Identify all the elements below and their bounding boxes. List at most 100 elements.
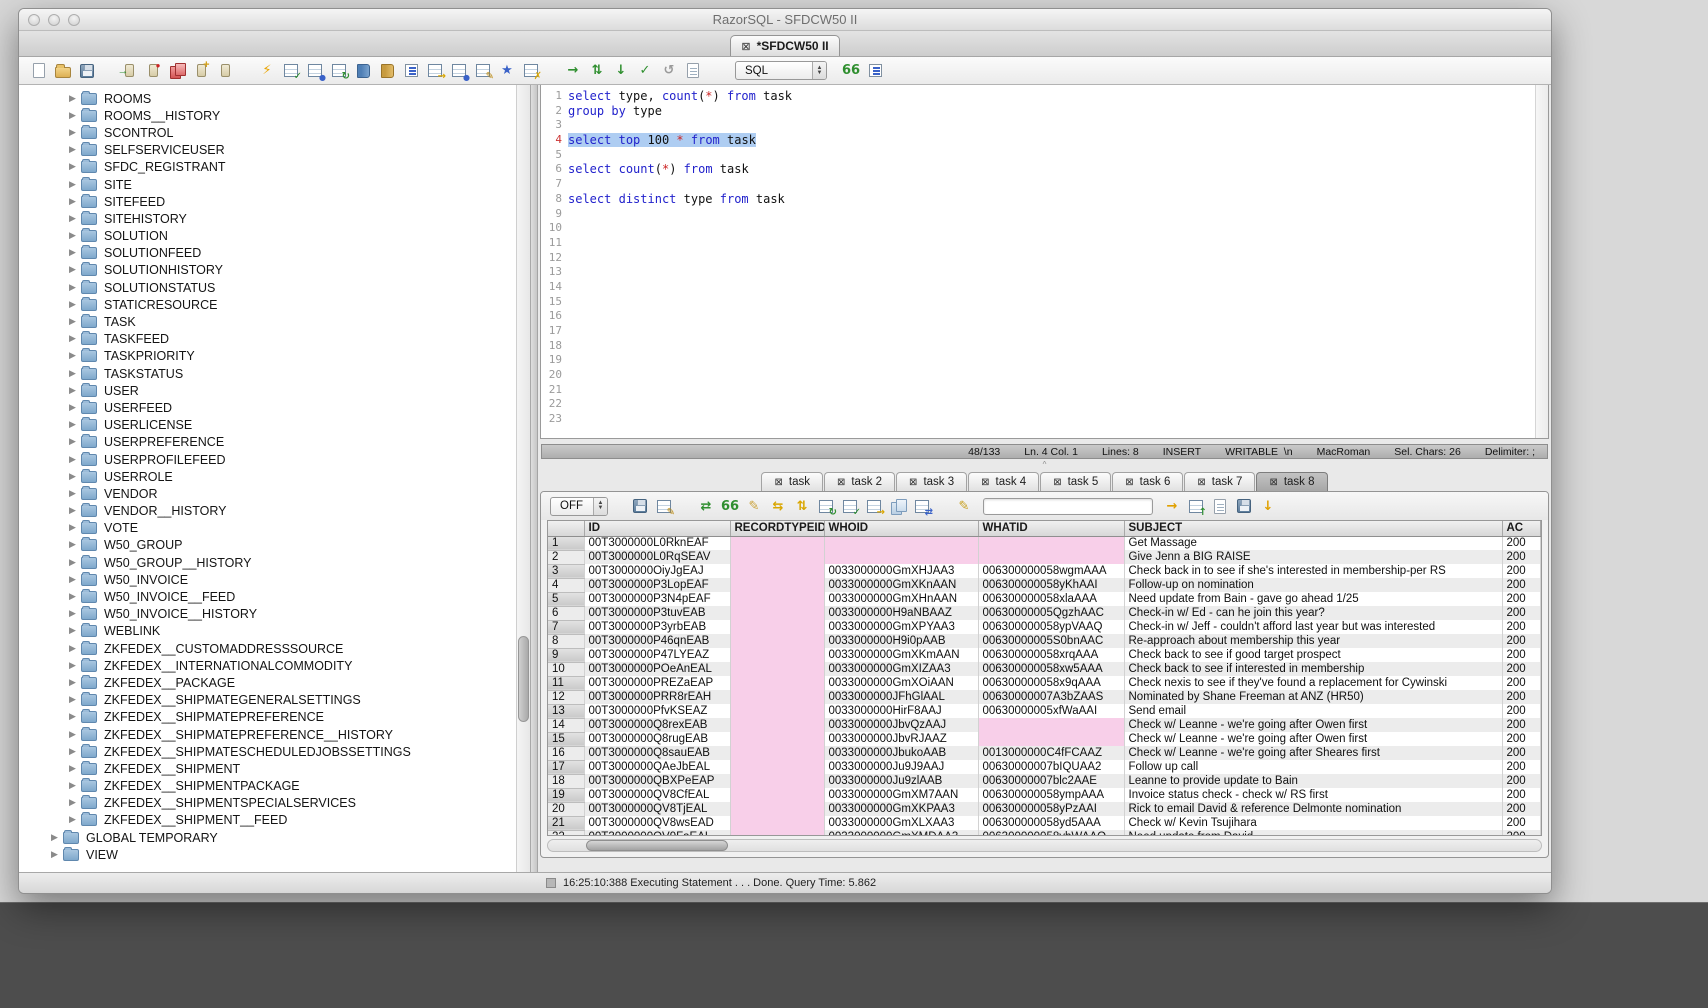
- tree-item[interactable]: ▶ZKFEDEX__INTERNATIONALCOMMODITY: [19, 657, 530, 674]
- tree-item[interactable]: ▶ROOMS: [19, 90, 530, 107]
- result-tab[interactable]: ⊠task 7: [1184, 472, 1255, 491]
- row-number-cell[interactable]: 1: [548, 536, 584, 550]
- column-header[interactable]: RECORDTYPEID: [730, 521, 824, 536]
- grid-cell[interactable]: [730, 774, 824, 788]
- column-header[interactable]: AC: [1502, 521, 1541, 536]
- row-number-cell[interactable]: 18: [548, 774, 584, 788]
- expand-triangle-icon[interactable]: ▶: [51, 850, 63, 860]
- tree-item[interactable]: ▶USERROLE: [19, 468, 530, 485]
- grid-cell[interactable]: 006300000058ypVAAQ: [978, 620, 1124, 634]
- rollback-icon[interactable]: ↺: [659, 61, 679, 81]
- expand-triangle-icon[interactable]: ▶: [69, 644, 81, 654]
- execute-lightning-icon[interactable]: ⚡: [257, 61, 277, 81]
- grid-cell[interactable]: 0033000000JbvRJAAZ: [824, 732, 978, 746]
- grid-cell[interactable]: Check w/ Leanne - we're going after Owen…: [1124, 732, 1502, 746]
- grid-cell[interactable]: 200: [1502, 732, 1541, 746]
- download-icon[interactable]: ↓: [1258, 496, 1278, 516]
- grid-cell[interactable]: 0033000000H9aNBAAZ: [824, 606, 978, 620]
- table-remove-icon[interactable]: [521, 61, 541, 81]
- tree-item[interactable]: ▶USERFEED: [19, 399, 530, 416]
- grid-cell[interactable]: 006300000058xrqAAA: [978, 648, 1124, 662]
- grid-cell[interactable]: [730, 830, 824, 836]
- code-line[interactable]: [568, 207, 1548, 222]
- grid-cell[interactable]: Check-in w/ Jeff - couldn't afford last …: [1124, 620, 1502, 634]
- tree-item[interactable]: ▶W50_INVOICE__FEED: [19, 588, 530, 605]
- tab-close-icon[interactable]: ⊠: [1053, 477, 1061, 488]
- grid-cell[interactable]: 0033000000H9i0pAAB: [824, 634, 978, 648]
- grid-cell[interactable]: Check back to see if interested in membe…: [1124, 662, 1502, 676]
- tree-item[interactable]: ▶WEBLINK: [19, 623, 530, 640]
- grid-cell[interactable]: 200: [1502, 690, 1541, 704]
- grid-cell[interactable]: [730, 732, 824, 746]
- commit-icon[interactable]: ✓: [635, 61, 655, 81]
- expand-triangle-icon[interactable]: ▶: [69, 592, 81, 602]
- code-line[interactable]: [568, 353, 1548, 368]
- expand-triangle-icon[interactable]: ▶: [69, 214, 81, 224]
- grid-cell[interactable]: 00630000007A3bZAAS: [978, 690, 1124, 704]
- row-number-cell[interactable]: 22: [548, 830, 584, 836]
- grid-cell[interactable]: 00630000005QgzhAAC: [978, 606, 1124, 620]
- expand-triangle-icon[interactable]: ▶: [69, 300, 81, 310]
- results-list-icon[interactable]: [865, 61, 885, 81]
- table-data-icon[interactable]: [449, 61, 469, 81]
- grid-cell[interactable]: 00T3000000P3tuvEAB: [584, 606, 730, 620]
- tree-item[interactable]: ▶VENDOR: [19, 485, 530, 502]
- tree-item[interactable]: ▶TASKPRIORITY: [19, 348, 530, 365]
- splitter-grip[interactable]: ^: [540, 459, 1549, 471]
- grid-cell[interactable]: [730, 634, 824, 648]
- expand-triangle-icon[interactable]: ▶: [69, 815, 81, 825]
- grid-cell[interactable]: [730, 788, 824, 802]
- grid-cell[interactable]: [730, 550, 824, 564]
- expand-triangle-icon[interactable]: ▶: [69, 523, 81, 533]
- grid-cell[interactable]: Follow-up on nomination: [1124, 578, 1502, 592]
- expand-triangle-icon[interactable]: ▶: [69, 317, 81, 327]
- checklist-icon[interactable]: [281, 61, 301, 81]
- grid-cell[interactable]: Check w/ Leanne - we're going after Owen…: [1124, 718, 1502, 732]
- expand-triangle-icon[interactable]: ▶: [69, 661, 81, 671]
- grid-cell[interactable]: 200: [1502, 774, 1541, 788]
- tree-item[interactable]: ▶TASKFEED: [19, 331, 530, 348]
- grid-cell[interactable]: Need update from Bain - gave go ahead 1/…: [1124, 592, 1502, 606]
- tree-item[interactable]: ▶VOTE: [19, 520, 530, 537]
- expand-triangle-icon[interactable]: ▶: [69, 351, 81, 361]
- expand-triangle-icon[interactable]: ▶: [69, 369, 81, 379]
- grid-cell[interactable]: Leanne to provide update to Bain: [1124, 774, 1502, 788]
- stepper-icon[interactable]: ▲▼: [593, 498, 607, 515]
- expand-triangle-icon[interactable]: ▶: [69, 145, 81, 155]
- tree-item[interactable]: ▶USER: [19, 382, 530, 399]
- result-tab[interactable]: ⊠task 8: [1256, 472, 1327, 491]
- expand-triangle-icon[interactable]: ▶: [69, 128, 81, 138]
- connection-tab[interactable]: ⊠ *SFDCW50 II: [730, 35, 839, 56]
- sql-editor[interactable]: 1234567891011121314151617181920212223 se…: [540, 85, 1549, 439]
- tree-item[interactable]: ▶SFDC_REGISTRANT: [19, 159, 530, 176]
- grid-cell[interactable]: Check w/ Leanne - we're going after Shea…: [1124, 746, 1502, 760]
- grid-cell[interactable]: [824, 536, 978, 550]
- tree-item[interactable]: ▶SOLUTION: [19, 228, 530, 245]
- grid-cell[interactable]: 0033000000JFhGlAAL: [824, 690, 978, 704]
- expand-triangle-icon[interactable]: ▶: [69, 455, 81, 465]
- row-number-cell[interactable]: 7: [548, 620, 584, 634]
- grid-cell[interactable]: 00T3000000Q8rugEAB: [584, 732, 730, 746]
- grid-cell[interactable]: 0033000000HirF8AAJ: [824, 704, 978, 718]
- code-line[interactable]: [568, 295, 1548, 310]
- code-line[interactable]: [568, 265, 1548, 280]
- table-edit-icon[interactable]: [473, 61, 493, 81]
- expand-triangle-icon[interactable]: ▶: [69, 386, 81, 396]
- tab-close-icon[interactable]: ⊠: [774, 477, 782, 488]
- grid-cell[interactable]: [730, 760, 824, 774]
- grid-cell[interactable]: 00T3000000QV8TjEAL: [584, 802, 730, 816]
- expand-triangle-icon[interactable]: ▶: [69, 265, 81, 275]
- grid-cell[interactable]: Check nexis to see if they've found a re…: [1124, 676, 1502, 690]
- grid-cell[interactable]: [730, 578, 824, 592]
- grid-cell[interactable]: [824, 550, 978, 564]
- grid-cell[interactable]: Need update from David: [1124, 830, 1502, 836]
- row-number-cell[interactable]: 12: [548, 690, 584, 704]
- grid-cell[interactable]: 0033000000GmXKPAA3: [824, 802, 978, 816]
- expand-triangle-icon[interactable]: ▶: [69, 231, 81, 241]
- code-line[interactable]: [568, 383, 1548, 398]
- row-number-cell[interactable]: 4: [548, 578, 584, 592]
- expand-triangle-icon[interactable]: ▶: [69, 283, 81, 293]
- grid-cell[interactable]: [978, 536, 1124, 550]
- tree-item[interactable]: ▶VENDOR__HISTORY: [19, 503, 530, 520]
- grid-cell[interactable]: 200: [1502, 746, 1541, 760]
